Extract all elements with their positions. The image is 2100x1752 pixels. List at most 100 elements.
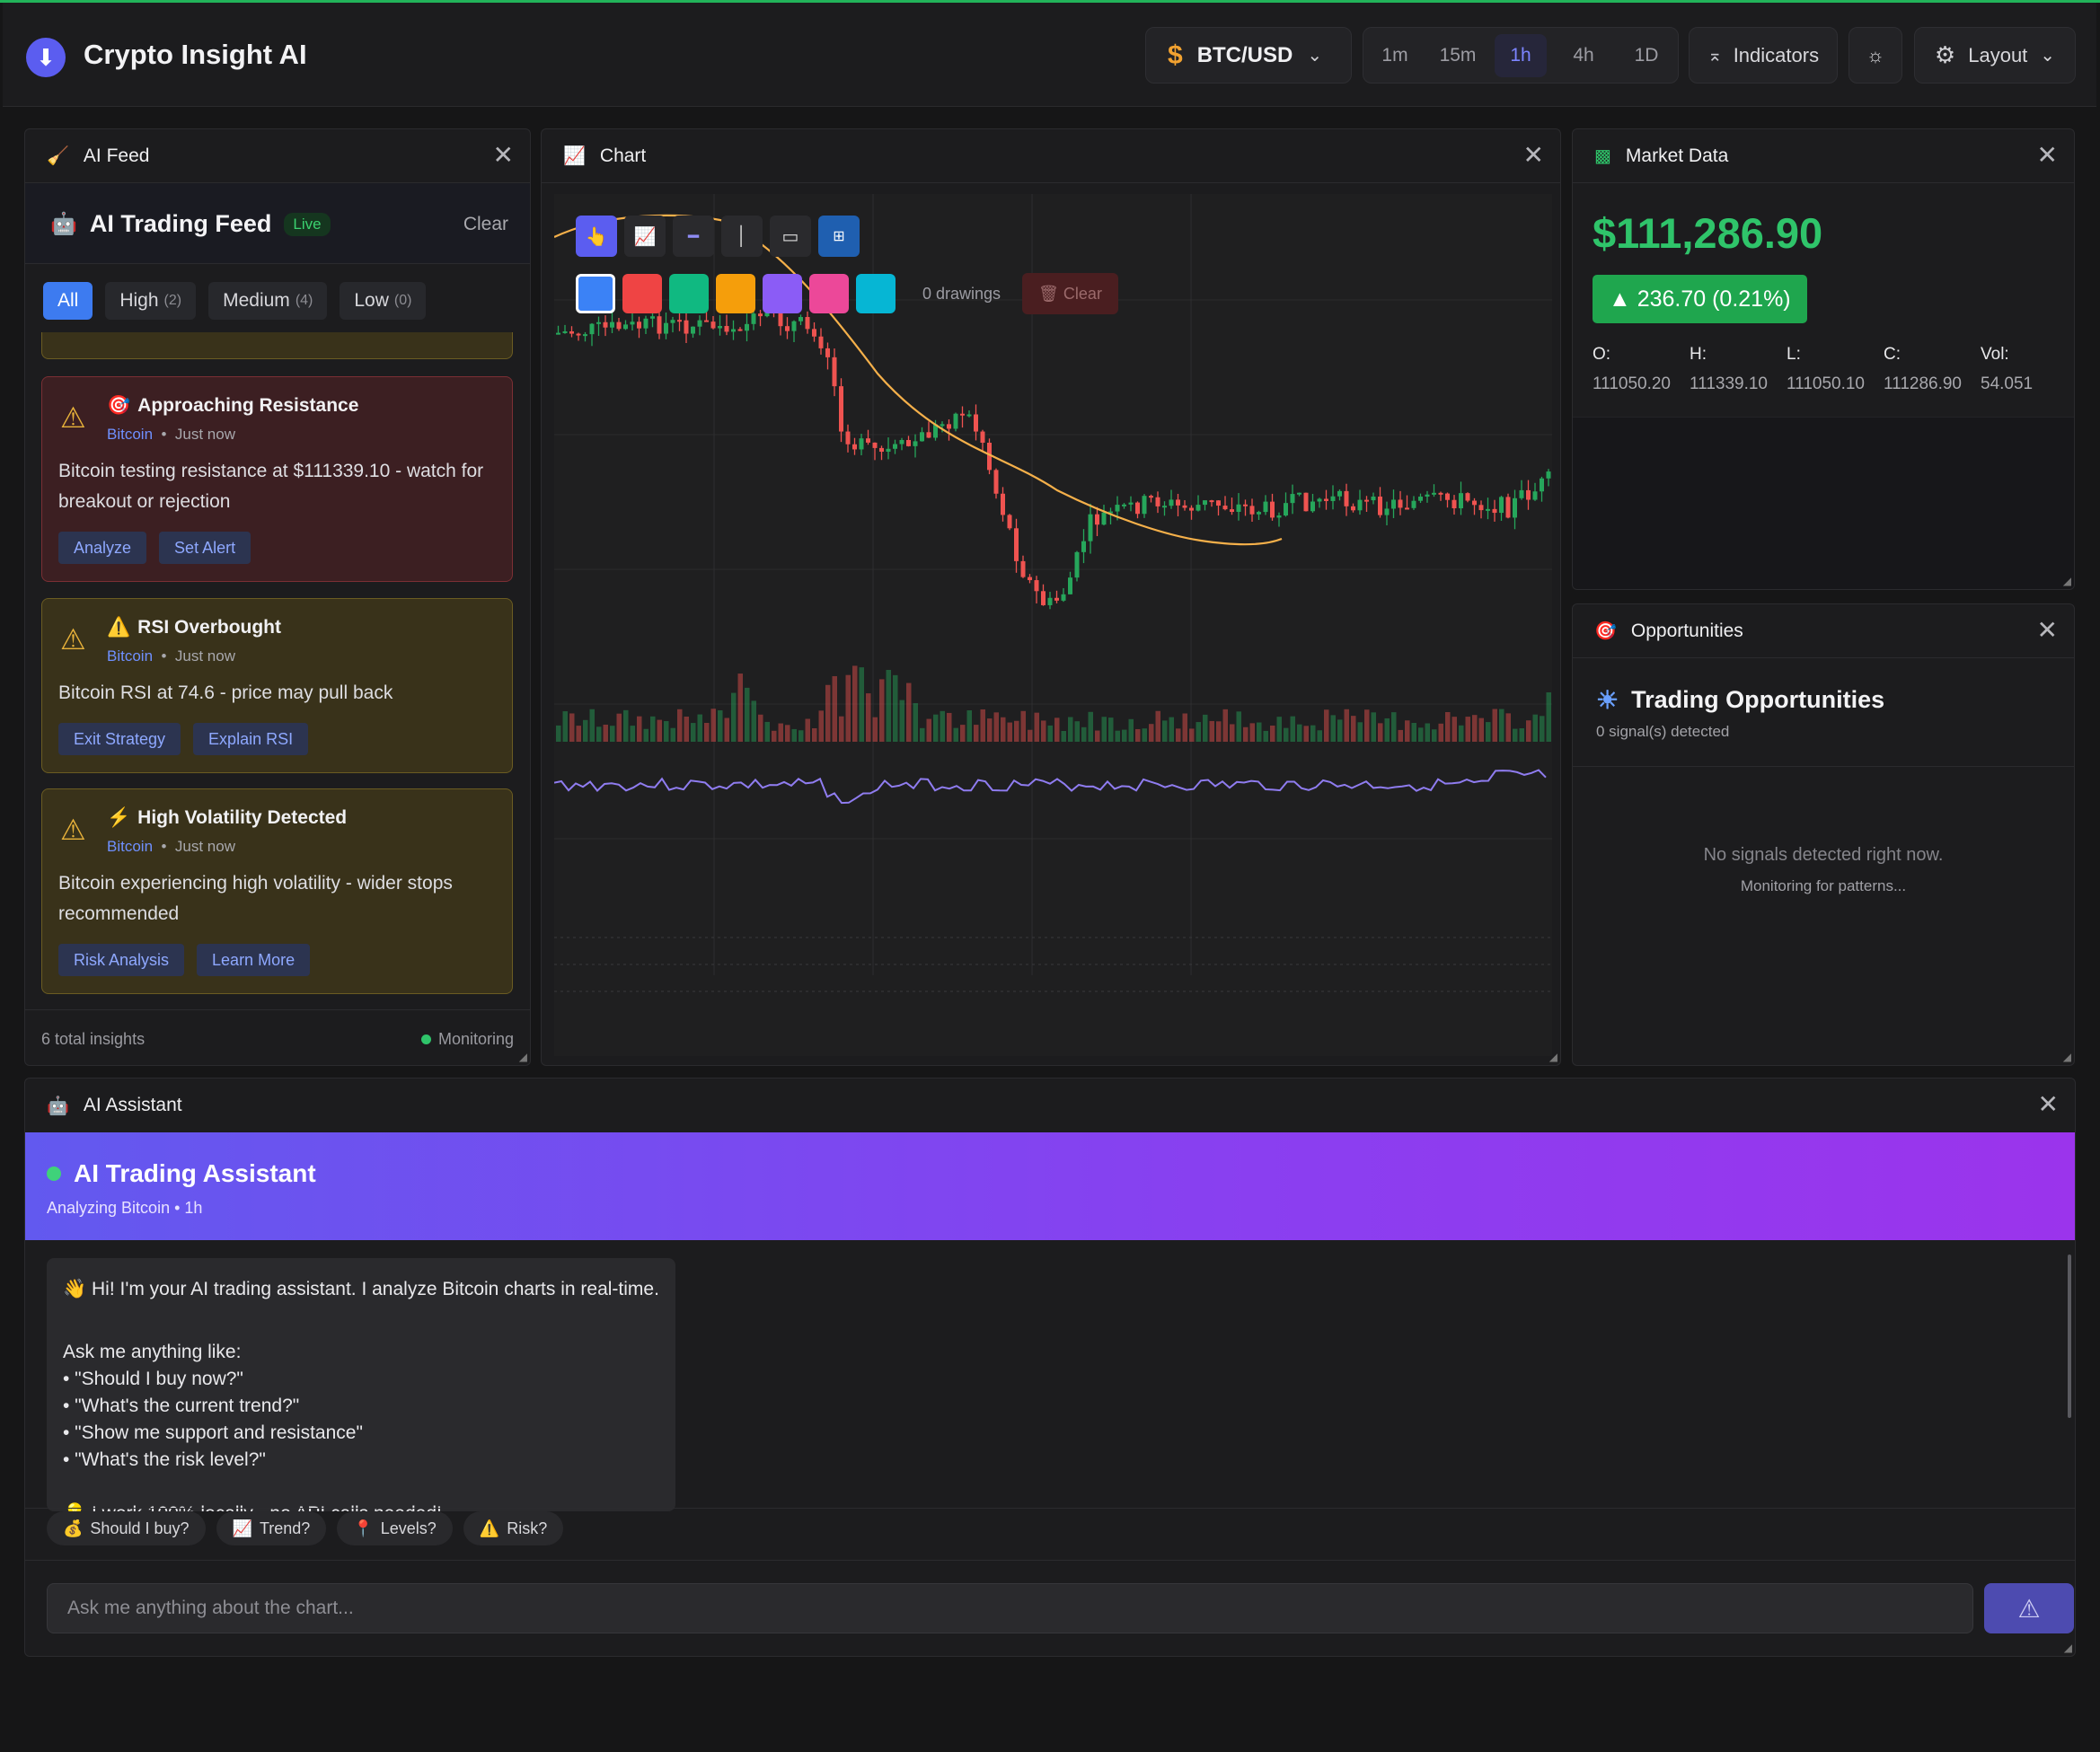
quick-risk[interactable]: ⚠️ Risk?: [463, 1511, 564, 1545]
explain-rsi-button[interactable]: Explain RSI: [193, 723, 309, 755]
candle-body: [603, 321, 608, 328]
candle-body: [1203, 500, 1207, 506]
volume-bar: [1451, 717, 1457, 742]
quick-should-i-buy[interactable]: 💰 Should I buy?: [47, 1511, 206, 1545]
empty-state-text: No signals detected right now.: [1703, 845, 1944, 865]
volume-bar: [1243, 726, 1249, 742]
indicators-button[interactable]: ⌅ Indicators: [1689, 27, 1838, 84]
message-line: Ask me anything like:: [63, 1342, 242, 1362]
volume-bar: [1486, 722, 1491, 742]
close-icon[interactable]: ✕: [2037, 142, 2058, 169]
quick-trend[interactable]: 📈 Trend?: [216, 1511, 327, 1545]
risk-analysis-button[interactable]: Risk Analysis: [58, 944, 185, 976]
assistant-subtitle: Analyzing Bitcoin • 1h: [47, 1199, 203, 1217]
volume-bar: [691, 723, 696, 742]
card-title: ⚠️ RSI Overbought: [107, 617, 281, 638]
quick-levels[interactable]: 📍 Levels?: [337, 1511, 453, 1545]
candle-body: [920, 432, 924, 442]
analyze-button[interactable]: Analyze: [58, 532, 147, 564]
pointer-tool-icon[interactable]: 👆: [576, 216, 617, 257]
price-chart[interactable]: [553, 194, 1552, 1056]
timeframe-1m[interactable]: 1m: [1369, 34, 1421, 77]
ohlc-label: L:: [1787, 345, 1801, 364]
filter-low[interactable]: Low (0): [340, 282, 427, 320]
clear-drawings-button[interactable]: 🗑 Clear: [1022, 273, 1118, 314]
horizontal-line-tool-icon[interactable]: ━: [673, 216, 714, 257]
candle-body: [1182, 505, 1187, 508]
feed-title-text: AI Trading Feed: [89, 210, 272, 237]
volume-bar: [1001, 717, 1006, 742]
resize-handle[interactable]: ◢: [2063, 575, 2071, 587]
candle-body: [1149, 496, 1153, 498]
volume-bar: [1216, 721, 1222, 742]
filter-high[interactable]: High (2): [105, 282, 197, 320]
card-source: Bitcoin: [107, 426, 154, 443]
chat-scrollbar[interactable]: [2068, 1255, 2071, 1418]
card-meta: Bitcoin • Just now: [107, 426, 235, 443]
volume-bar: [1505, 713, 1511, 742]
close-icon[interactable]: ✕: [2037, 617, 2058, 644]
volume-bar: [886, 669, 891, 742]
timeframe-1h[interactable]: 1h: [1495, 33, 1547, 77]
panel-title: AI Feed: [83, 145, 150, 166]
filter-all[interactable]: All: [43, 282, 93, 320]
current-price: $111,286.90: [1593, 209, 1823, 257]
volume-bar: [1115, 730, 1120, 742]
color-swatch[interactable]: [576, 274, 615, 313]
candle-body: [670, 320, 675, 323]
filter-count: (4): [295, 293, 313, 308]
send-button[interactable]: ⚠: [1984, 1583, 2074, 1633]
exit-strategy-button[interactable]: Exit Strategy: [58, 723, 181, 755]
candle-body: [960, 413, 965, 416]
color-swatch[interactable]: [669, 274, 709, 313]
timeframe-4h[interactable]: 4h: [1557, 34, 1610, 77]
color-swatch[interactable]: [763, 274, 802, 313]
insight-card-partial: [41, 332, 513, 359]
fibonacci-tool-icon[interactable]: ⊞: [818, 216, 860, 257]
resize-handle[interactable]: ◢: [2063, 1051, 2071, 1063]
symbol-selector[interactable]: $ BTC/USD ⌄: [1145, 27, 1352, 84]
theme-toggle-button[interactable]: ☼: [1849, 27, 1902, 84]
layout-button[interactable]: ⚙ Layout ⌄: [1914, 27, 2076, 84]
clear-feed-button[interactable]: Clear: [463, 214, 508, 235]
price-chart-area[interactable]: [553, 194, 1552, 1056]
timeframe-15m[interactable]: 15m: [1432, 34, 1484, 77]
candle-body: [899, 439, 904, 445]
rectangle-tool-icon[interactable]: ▭: [770, 216, 811, 257]
trendline-tool-icon[interactable]: 📈: [624, 216, 666, 257]
volume-bar: [1384, 718, 1390, 742]
color-swatch[interactable]: [716, 274, 755, 313]
volume-bar: [1081, 726, 1087, 742]
timeframe-1d[interactable]: 1D: [1620, 34, 1672, 77]
chat-input[interactable]: [47, 1583, 1973, 1633]
color-swatch[interactable]: [856, 274, 896, 313]
color-swatch[interactable]: [809, 274, 849, 313]
filter-medium[interactable]: Medium (4): [208, 282, 328, 320]
volume-bar: [1222, 709, 1228, 742]
resize-handle[interactable]: ◢: [2064, 1642, 2072, 1654]
volume-bar: [1209, 720, 1214, 742]
message-line: 👋 Hi! I'm your AI trading assistant. I a…: [63, 1279, 659, 1299]
color-swatch[interactable]: [622, 274, 662, 313]
assistant-header: AI Trading Assistant Analyzing Bitcoin •…: [25, 1132, 2075, 1240]
moving-average-line: [553, 214, 1283, 546]
sun-icon: ☼: [1866, 43, 1885, 66]
trash-icon: 🗑: [1038, 284, 1059, 303]
learn-more-button[interactable]: Learn More: [197, 944, 311, 976]
set-alert-button[interactable]: Set Alert: [159, 532, 251, 564]
candle-body: [1532, 491, 1538, 500]
close-icon[interactable]: ✕: [493, 142, 514, 169]
candle-body: [704, 320, 709, 322]
volume-bar: [583, 719, 588, 742]
resize-handle[interactable]: ◢: [519, 1051, 527, 1063]
volume-bar: [589, 709, 595, 742]
filter-label: Low: [354, 290, 389, 311]
resize-handle[interactable]: ◢: [1549, 1051, 1557, 1063]
volume-bar: [764, 721, 770, 742]
panel-header: 📈 Chart: [542, 129, 1560, 183]
close-icon[interactable]: ✕: [2038, 1091, 2059, 1118]
candle-body: [1230, 509, 1234, 513]
close-icon[interactable]: ✕: [1523, 142, 1544, 169]
vertical-line-tool-icon[interactable]: │: [721, 216, 763, 257]
volume-bar: [1317, 730, 1322, 742]
